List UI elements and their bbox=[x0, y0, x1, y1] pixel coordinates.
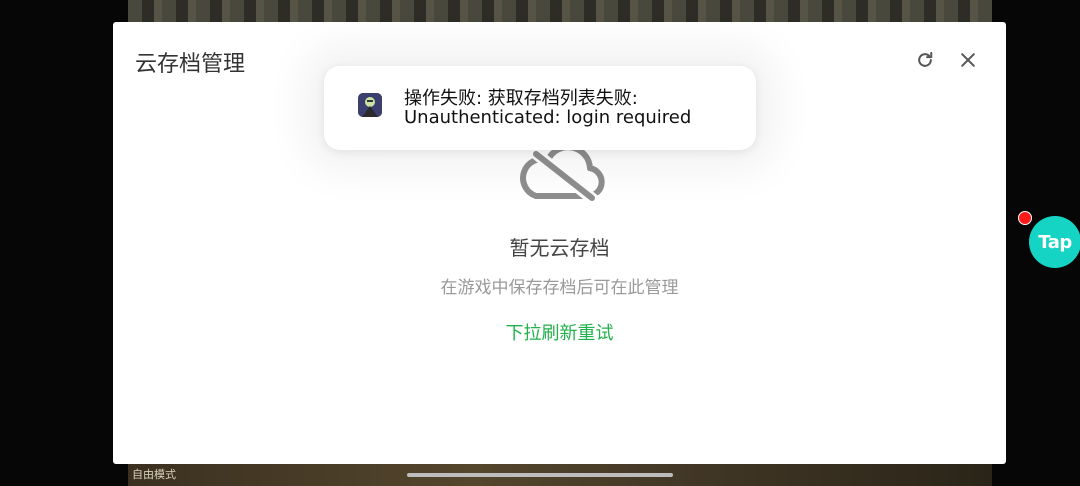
close-button[interactable] bbox=[955, 47, 981, 73]
game-top-hud bbox=[128, 0, 992, 24]
tap-label: Tap bbox=[1038, 231, 1072, 253]
empty-state-subtitle: 在游戏中保存存档后可在此管理 bbox=[440, 278, 679, 298]
toast-message-line2: Unauthenticated: login required bbox=[404, 107, 692, 128]
error-toast: 操作失败: 获取存档列表失败: Unauthenticated: login r… bbox=[324, 66, 756, 150]
game-mode-label: 自由模式 bbox=[132, 468, 176, 481]
dialog-title: 云存档管理 bbox=[135, 52, 246, 77]
game-app-icon bbox=[358, 93, 382, 117]
tap-floating-button[interactable]: Tap bbox=[1029, 216, 1080, 268]
cloud-off-icon bbox=[520, 144, 605, 204]
refresh-icon bbox=[918, 51, 933, 67]
empty-state-title: 暂无云存档 bbox=[509, 236, 610, 260]
screen: 自由模式 云存档管理 暂无云存档 在游戏中保存存档后可在此管理 下拉刷新重试 操… bbox=[0, 0, 1080, 486]
notification-dot bbox=[1018, 211, 1032, 225]
gesture-bar[interactable] bbox=[407, 473, 673, 477]
close-icon bbox=[961, 53, 975, 67]
pull-refresh-retry-link[interactable]: 下拉刷新重试 bbox=[113, 319, 1006, 345]
refresh-button[interactable] bbox=[912, 47, 938, 73]
